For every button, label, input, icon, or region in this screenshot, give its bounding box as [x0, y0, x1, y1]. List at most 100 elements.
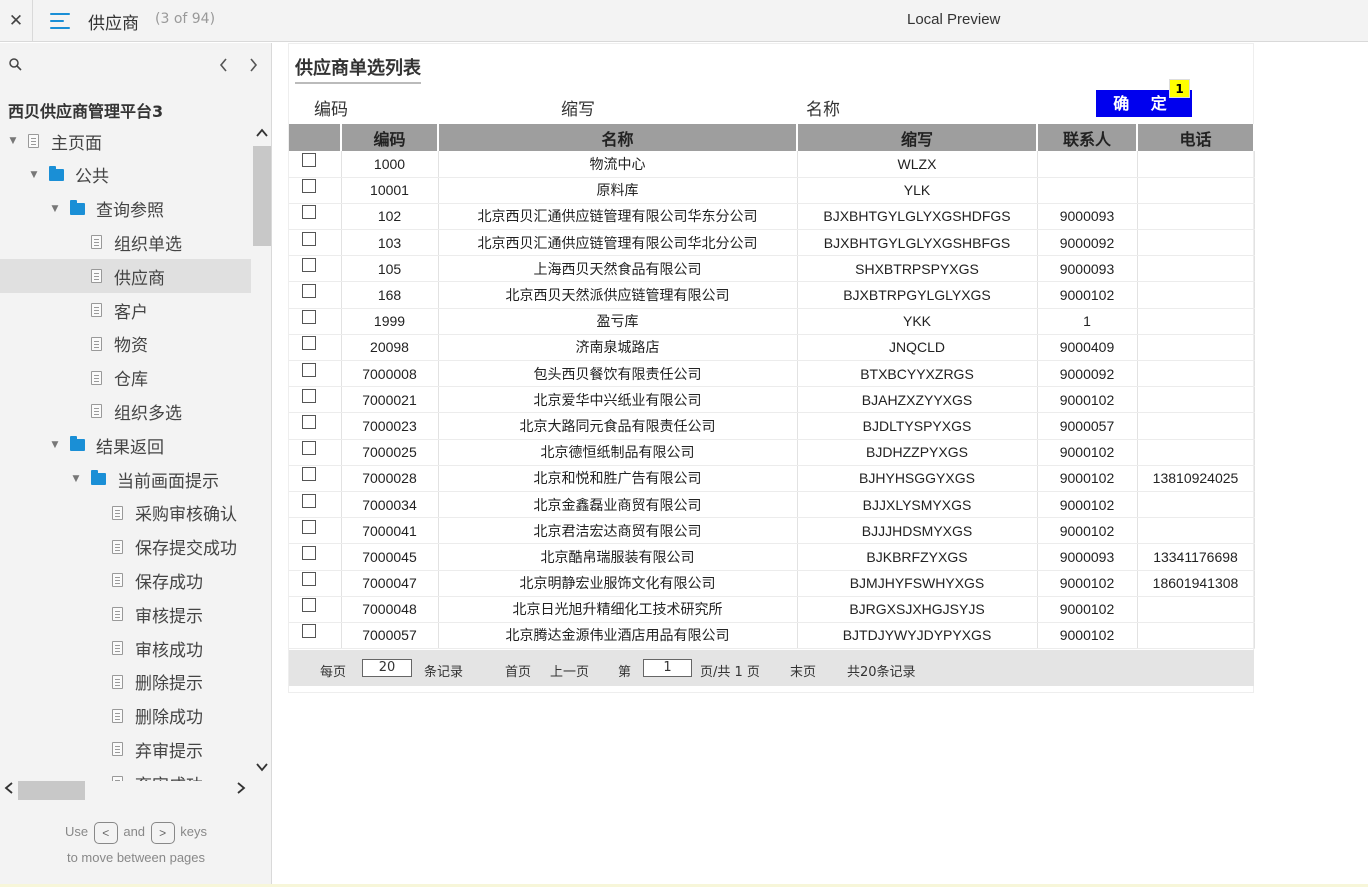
row-checkbox[interactable] [302, 388, 316, 403]
row-checkbox[interactable] [302, 336, 316, 351]
tree-item[interactable]: ▼采购审核确认 [0, 496, 251, 530]
tree-item[interactable]: ▼删除提示 [0, 665, 251, 699]
row-checkbox[interactable] [302, 598, 316, 613]
row-checkbox[interactable] [302, 179, 316, 194]
menu-icon[interactable] [50, 11, 70, 31]
table-row[interactable]: 7000034 北京金鑫磊业商贸有限公司 BJJXLYSMYXGS 9000102 [289, 491, 1255, 519]
cell-contact: 9000093 [1037, 543, 1138, 571]
page-number-input[interactable]: 1 [643, 659, 692, 677]
tree-item[interactable]: ▼ 主页面 [0, 124, 251, 158]
tree-item[interactable]: ▼删除成功 [0, 699, 251, 733]
table-row[interactable]: 7000028 北京和悦和胜广告有限公司 BJHYHSGGYXGS 9000102 13… [289, 465, 1255, 492]
table-row[interactable]: 10001 原料库 YLK [289, 177, 1255, 204]
row-checkbox[interactable] [302, 441, 316, 456]
row-checkbox[interactable] [302, 572, 316, 587]
first-page-link[interactable]: 首页 [505, 661, 531, 680]
next-page-button[interactable] [244, 55, 262, 75]
tree-item[interactable]: ▼审核提示 [0, 597, 251, 631]
tree-item[interactable]: ▼弃审提示 [0, 732, 251, 766]
column-header-name[interactable]: 名称 [438, 124, 798, 151]
row-checkbox[interactable] [302, 152, 316, 167]
table-row[interactable]: 7000008 包头西贝餐饮有限责任公司 BTXBCYYXZRGS 9000092 [289, 360, 1255, 388]
row-checkbox[interactable] [302, 362, 316, 377]
prev-page-link[interactable]: 上一页 [550, 661, 589, 680]
row-checkbox[interactable] [302, 519, 316, 534]
table-row[interactable]: 7000045 北京酷帛瑞服装有限公司 BJKBRFZYXGS 9000093 1334… [289, 543, 1255, 571]
tree-item[interactable]: ▼ 当前画面提示 [0, 462, 251, 496]
table-row[interactable]: 7000023 北京大路同元食品有限责任公司 BJDLTYSPYXGS 9000057 [289, 412, 1255, 440]
tree-item-label: 删除成功 [135, 708, 203, 729]
cell-abbr: BJXBHTGYLGLYXGSHDFGS [797, 203, 1038, 231]
scroll-left-icon[interactable] [2, 782, 16, 798]
tree-item[interactable]: ▼ 查询参照 [0, 192, 251, 226]
caret-down-icon[interactable]: ▼ [8, 136, 18, 146]
caret-down-icon[interactable]: ▼ [50, 440, 60, 450]
table-row[interactable]: 103 北京西贝汇通供应链管理有限公司华北分公司 BJXBHTGYLGLYXGSHB… [289, 229, 1255, 257]
cell-abbr: BJHYHSGGYXGS [797, 465, 1038, 492]
caret-down-icon[interactable]: ▼ [50, 204, 60, 214]
scroll-down-icon[interactable] [254, 761, 270, 777]
tree-vertical-scrollbar[interactable] [252, 124, 271, 781]
row-checkbox[interactable] [302, 414, 316, 429]
scroll-up-icon[interactable] [254, 127, 270, 143]
caret-down-icon[interactable]: ▼ [71, 474, 81, 484]
table-row[interactable]: 7000047 北京明静宏业服饰文化有限公司 BJMJHYFSWHYXGS 90001… [289, 570, 1255, 597]
cell-name: 盈亏库 [438, 308, 798, 335]
close-button[interactable]: ✕ [0, 0, 33, 42]
tree-item[interactable]: ▼ 公共 [0, 158, 251, 192]
column-header-abbr[interactable]: 缩写 [797, 124, 1038, 151]
row-checkbox[interactable] [302, 545, 316, 560]
table-row[interactable]: 168 北京西贝天然派供应链管理有限公司 BJXBTRPGYLGLYXGS 90001… [289, 281, 1255, 309]
tree-item[interactable]: ▼供应商 [0, 259, 251, 294]
select-cell [289, 151, 342, 178]
table-row[interactable]: 7000025 北京德恒纸制品有限公司 BJDHZZPYXGS 9000102 [289, 439, 1255, 466]
row-checkbox[interactable] [302, 257, 316, 272]
row-checkbox[interactable] [302, 231, 316, 246]
cell-phone [1137, 334, 1255, 362]
cell-abbr: BJAHZXZYYXGS [797, 386, 1038, 414]
table-row[interactable]: 7000021 北京爱华中兴纸业有限公司 BJAHZXZYYXGS 9000102 [289, 386, 1255, 414]
row-checkbox[interactable] [302, 284, 316, 299]
table-row[interactable]: 102 北京西贝汇通供应链管理有限公司华东分公司 BJXBHTGYLGLYXGSHD… [289, 203, 1255, 231]
row-checkbox[interactable] [302, 624, 316, 639]
table-row[interactable]: 7000041 北京君洁宏达商贸有限公司 BJJJHDSMYXGS 9000102 [289, 517, 1255, 545]
previous-page-button[interactable] [215, 55, 233, 75]
row-checkbox[interactable] [302, 310, 316, 325]
vertical-scroll-thumb[interactable] [253, 146, 271, 246]
table-row[interactable]: 1999 盈亏库 YKK 1 [289, 308, 1255, 335]
tree-item[interactable]: ▼组织多选 [0, 394, 251, 428]
tree-item[interactable]: ▼保存提交成功 [0, 530, 251, 564]
caret-down-icon[interactable]: ▼ [29, 170, 39, 180]
table-row[interactable]: 7000057 北京腾达金源伟业酒店用品有限公司 BJTDJYWYJDYPYXGS 9… [289, 622, 1255, 650]
tree-item[interactable]: ▼物资 [0, 327, 251, 361]
tree-item[interactable]: ▼仓库 [0, 361, 251, 395]
tree-item[interactable]: ▼弃审成功 [0, 766, 251, 781]
column-header-phone[interactable]: 电话 [1137, 124, 1255, 151]
column-header-code[interactable]: 编码 [341, 124, 439, 151]
tree-horizontal-scrollbar[interactable] [0, 781, 252, 800]
row-checkbox[interactable] [302, 467, 316, 482]
cell-phone [1137, 281, 1255, 309]
column-header-contact[interactable]: 联系人 [1037, 124, 1138, 151]
search-icon[interactable] [9, 58, 22, 71]
horizontal-scroll-thumb[interactable] [18, 781, 85, 800]
scroll-right-icon[interactable] [234, 782, 248, 798]
tree-item[interactable]: ▼ 结果返回 [0, 428, 251, 462]
tree-item[interactable]: ▼组织单选 [0, 225, 251, 259]
row-checkbox[interactable] [302, 493, 316, 508]
table-row[interactable]: 1000 物流中心 WLZX [289, 151, 1255, 178]
cell-name: 北京西贝天然派供应链管理有限公司 [438, 281, 798, 309]
tree-item[interactable]: ▼客户 [0, 293, 251, 327]
cell-name: 北京君洁宏达商贸有限公司 [438, 517, 798, 545]
per-page-input[interactable]: 20 [362, 659, 412, 677]
tree-item[interactable]: ▼审核成功 [0, 631, 251, 665]
page-label: 第 [618, 665, 632, 680]
table-row[interactable]: 7000048 北京日光旭升精细化工技术研究所 BJRGXSJXHGJSYJS 900… [289, 596, 1255, 623]
table-row[interactable]: 20098 济南泉城路店 JNQCLD 9000409 [289, 334, 1255, 362]
last-page-link[interactable]: 末页 [790, 661, 816, 680]
table-row[interactable]: 105 上海西贝天然食品有限公司 SHXBTRPSPYXGS 9000093 [289, 255, 1255, 283]
cell-name: 北京西贝汇通供应链管理有限公司华东分公司 [438, 203, 798, 231]
cell-abbr: SHXBTRPSPYXGS [797, 255, 1038, 283]
row-checkbox[interactable] [302, 205, 316, 220]
tree-item[interactable]: ▼保存成功 [0, 563, 251, 597]
